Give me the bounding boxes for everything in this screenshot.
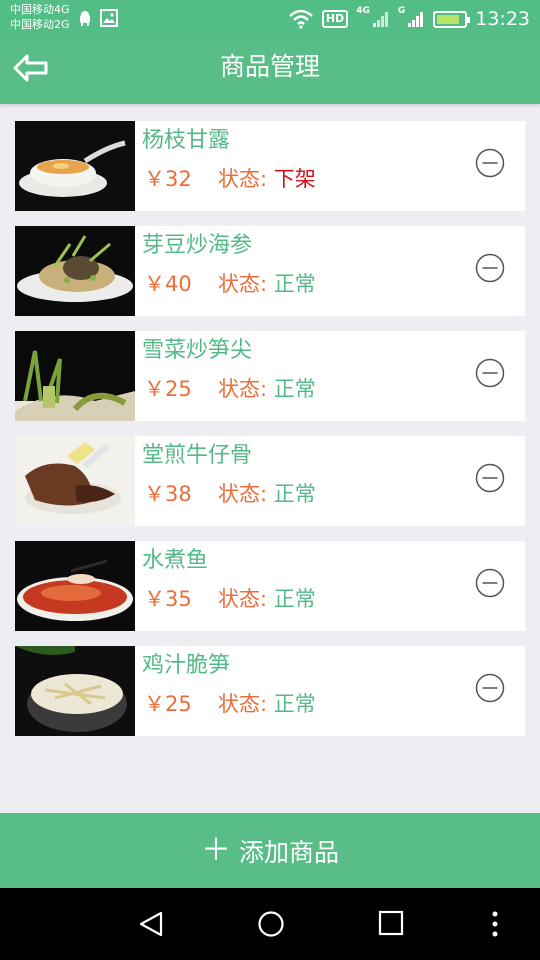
add-product-label: 添加商品 (238, 837, 339, 867)
hd-voice-icon: HD (321, 10, 349, 28)
product-name: 水煮鱼 (142, 548, 209, 573)
remove-circle-icon[interactable] (475, 253, 505, 283)
product-price: ￥35 (144, 587, 192, 611)
product-image (15, 121, 135, 211)
notification-icons (78, 9, 118, 27)
product-image (15, 331, 135, 421)
remove-circle-icon[interactable] (475, 148, 505, 178)
add-product-button[interactable]: ＋ 添加商品 (0, 813, 540, 888)
plus-icon: ＋ (200, 832, 231, 868)
product-status: 状态: 正常 (218, 373, 316, 405)
status-label: 状态: (218, 482, 268, 506)
remove-circle-icon[interactable] (475, 463, 505, 493)
clock: 13:23 (475, 8, 530, 30)
status-label: 状态: (218, 587, 268, 611)
product-item[interactable]: 杨枝甘露 ￥32 状态: 下架 (15, 121, 525, 211)
product-name: 堂煎牛仔骨 (142, 443, 253, 468)
product-image (15, 646, 135, 736)
status-value: 正常 (273, 692, 316, 716)
page-title: 商品管理 (219, 52, 320, 81)
status-label: 状态: (218, 167, 268, 191)
signal-icon-1 (372, 12, 388, 27)
recents-square-icon[interactable] (378, 910, 404, 936)
status-value: 正常 (273, 587, 316, 611)
product-item[interactable]: 雪菜炒笋尖 ￥25 状态: 正常 (15, 331, 525, 421)
carrier-1: 中国移动4G (10, 3, 70, 16)
status-label: 状态: (218, 272, 268, 296)
carrier-info: 中国移动4G 中国移动2G (10, 2, 70, 32)
product-status: 状态: 下架 (218, 163, 316, 195)
product-image (15, 436, 135, 526)
signal-icon-2 (408, 12, 424, 27)
remove-circle-icon[interactable] (475, 358, 505, 388)
network-type-2: G (397, 6, 406, 16)
system-status: HD 4G G 13:23 (288, 0, 530, 38)
carrier-2: 中国移动2G (10, 18, 70, 31)
product-price: ￥32 (144, 167, 192, 191)
more-vertical-icon[interactable] (491, 910, 499, 938)
product-item[interactable]: 芽豆炒海参 ￥40 状态: 正常 (15, 226, 525, 316)
image-icon (100, 9, 118, 27)
product-status: 状态: 正常 (218, 478, 316, 510)
product-item[interactable]: 鸡汁脆笋 ￥25 状态: 正常 (15, 646, 525, 736)
product-name: 鸡汁脆笋 (142, 653, 231, 678)
product-price: ￥38 (144, 482, 192, 506)
home-circle-icon[interactable] (257, 910, 285, 938)
status-value: 正常 (273, 272, 316, 296)
system-nav-bar (0, 888, 540, 960)
product-price: ￥40 (144, 272, 192, 296)
remove-circle-icon[interactable] (475, 673, 505, 703)
status-label: 状态: (218, 377, 268, 401)
product-status: 状态: 正常 (218, 583, 316, 615)
product-item[interactable]: 堂煎牛仔骨 ￥38 状态: 正常 (15, 436, 525, 526)
wifi-icon (289, 9, 313, 29)
back-triangle-icon[interactable] (137, 910, 165, 938)
product-status: 状态: 正常 (218, 688, 316, 720)
product-image (15, 541, 135, 631)
product-name: 雪菜炒笋尖 (142, 338, 253, 363)
product-item[interactable]: 水煮鱼 ￥35 状态: 正常 (15, 541, 525, 631)
product-name: 芽豆炒海参 (142, 233, 253, 258)
product-name: 杨枝甘露 (142, 128, 231, 153)
product-status: 状态: 正常 (218, 268, 316, 300)
product-list: 杨枝甘露 ￥32 状态: 下架 芽豆炒海参 ￥40 状态: 正常 雪菜炒笋尖 ￥… (15, 121, 525, 751)
status-label: 状态: (218, 692, 268, 716)
status-bar: 中国移动4G 中国移动2G HD 4G G 13:23 (0, 0, 540, 38)
product-price: ￥25 (144, 377, 192, 401)
android-icon (80, 11, 90, 26)
remove-circle-icon[interactable] (475, 568, 505, 598)
product-price: ￥25 (144, 692, 192, 716)
status-value: 正常 (273, 377, 316, 401)
product-image (15, 226, 135, 316)
network-type-1: 4G (356, 6, 370, 16)
app-bar: 商品管理 (0, 38, 540, 104)
status-value: 下架 (273, 167, 316, 191)
battery-icon (433, 10, 471, 28)
status-value: 正常 (273, 482, 316, 506)
